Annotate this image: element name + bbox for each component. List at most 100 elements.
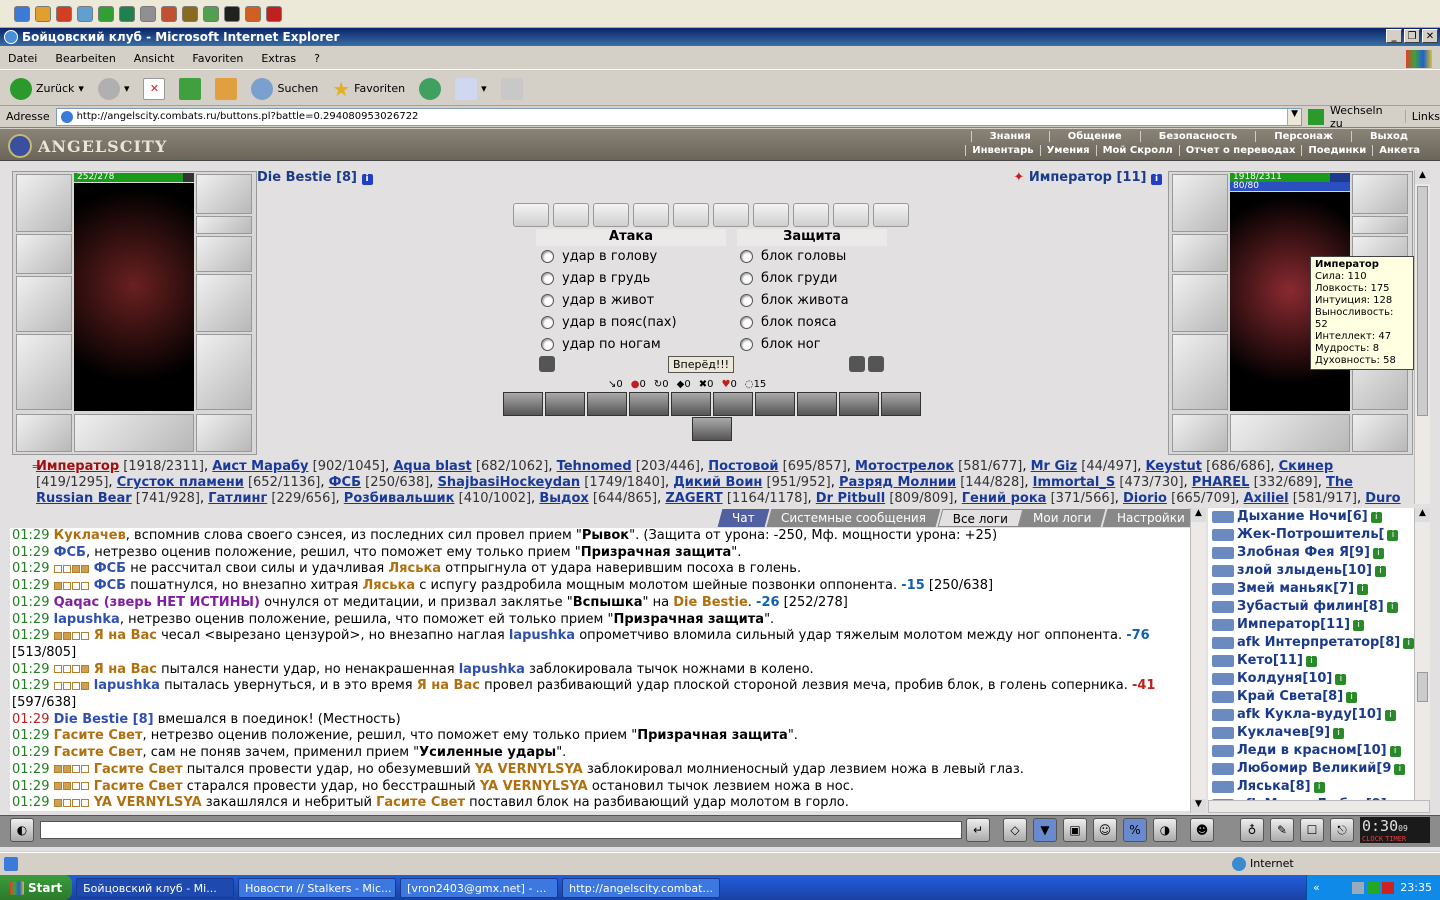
participant[interactable]: Aqua blast [682/1062]	[393, 459, 548, 474]
participant[interactable]: PHAREL [332/689]	[1192, 475, 1318, 490]
participant-name[interactable]: ZAGERT	[665, 491, 722, 505]
online-user[interactable]: Змей маньяк[7] i	[1208, 580, 1416, 598]
participant-name[interactable]: ShajbasiHockeydan	[438, 475, 581, 490]
percent-icon[interactable]: %	[1123, 818, 1147, 842]
task-fightclub[interactable]: Бойцовский клуб - Mi...	[76, 877, 235, 898]
scroll-slot[interactable]	[553, 203, 589, 227]
nav-skills[interactable]: Умения	[1039, 145, 1096, 156]
tray-network-icon[interactable]	[1352, 881, 1365, 894]
info-icon[interactable]: i	[1357, 583, 1369, 595]
log-scrollbar[interactable]: ▲ ▼	[1190, 508, 1206, 813]
participant[interactable]: Гений рока [371/566]	[962, 491, 1115, 505]
menu-favoriten[interactable]: Favoriten	[192, 52, 243, 65]
scroll-thumb[interactable]	[1417, 186, 1428, 416]
block-option[interactable]: блок головы	[740, 249, 846, 264]
history-button[interactable]	[415, 76, 445, 102]
chat-input[interactable]	[40, 821, 962, 839]
cat-icon[interactable]: ◑	[1153, 818, 1177, 842]
participant[interactable]: Immortal_S [473/730]	[1033, 475, 1184, 490]
participant-name[interactable]: Розбивальшик	[344, 491, 455, 505]
private-message-icon[interactable]	[1212, 511, 1234, 523]
private-message-icon[interactable]	[1212, 637, 1234, 649]
info-icon[interactable]: i	[1384, 709, 1396, 721]
icq-icon[interactable]	[119, 5, 135, 22]
block-option[interactable]: блок груди	[740, 271, 837, 286]
participant-name[interactable]: Постовой	[708, 459, 778, 474]
attack-option[interactable]: удар в живот	[541, 293, 654, 308]
online-user[interactable]: Колдуня[10] i	[1208, 670, 1416, 688]
block-option[interactable]: блок живота	[740, 293, 849, 308]
skill-button[interactable]	[545, 392, 585, 416]
online-user-name[interactable]: Зубастый филин[8]	[1237, 598, 1384, 616]
tab-my-logs[interactable]: Мои логи	[1018, 509, 1108, 527]
shield-icon[interactable]	[849, 356, 865, 372]
scroll-slot[interactable]	[673, 203, 709, 227]
info-icon[interactable]: i	[1333, 727, 1345, 739]
mail-button[interactable]: ▾	[451, 76, 491, 102]
armor-slot[interactable]	[1172, 334, 1228, 410]
bracers-slot[interactable]	[16, 234, 72, 274]
info-icon[interactable]: i	[1372, 547, 1384, 559]
online-user[interactable]: Леди в красном[10] i	[1208, 742, 1416, 760]
participant[interactable]: Разряд Молнии [144/828]	[839, 475, 1024, 490]
boots-slot[interactable]	[196, 414, 252, 452]
info-icon[interactable]: i	[361, 174, 373, 185]
earrings-slot[interactable]	[196, 174, 252, 214]
participant[interactable]: Keystut [686/686]	[1145, 459, 1270, 474]
start-button[interactable]: Start	[0, 875, 73, 900]
scroll-slot[interactable]	[793, 203, 829, 227]
go-icon[interactable]	[1308, 108, 1325, 125]
amulet-slot[interactable]	[1352, 216, 1408, 234]
nav-transfer-report[interactable]: Отчет о переводах	[1178, 145, 1302, 156]
participant[interactable]: ShajbasiHockeydan [1749/1840]	[438, 475, 665, 490]
scroll-up-icon[interactable]: ▲	[1191, 508, 1206, 522]
folder-icon[interactable]	[35, 5, 51, 22]
minimize-button[interactable]: _	[1386, 29, 1402, 43]
task-stalkers[interactable]: Новости // Stalkers - Mic...	[238, 877, 397, 898]
exit-icon[interactable]: ⎋	[1330, 818, 1354, 842]
skill-button[interactable]	[503, 392, 543, 416]
nav-security[interactable]: Безопасность	[1139, 131, 1256, 142]
info-icon[interactable]: i	[1346, 691, 1358, 703]
links-button[interactable]: Links	[1404, 110, 1440, 123]
skill-button[interactable]	[629, 392, 669, 416]
participant[interactable]: Diorio [665/709]	[1123, 491, 1235, 505]
left-player-name[interactable]: Die Bestie [8] i	[257, 170, 373, 185]
app-icon[interactable]	[161, 5, 177, 22]
info-icon[interactable]: i	[1387, 529, 1399, 541]
radio-icon[interactable]	[541, 316, 554, 329]
firefox-icon[interactable]	[245, 5, 261, 22]
nav-my-scroll[interactable]: Мой Скролл	[1095, 145, 1179, 156]
participant[interactable]: Император [1918/2311]	[36, 459, 204, 474]
online-user[interactable]: Ляська[8] i	[1208, 778, 1416, 796]
attack-option[interactable]: удар по ногам	[541, 337, 661, 352]
online-scrollbar[interactable]: ▲	[1414, 508, 1430, 800]
bracers-slot[interactable]	[1172, 234, 1228, 272]
attack-option[interactable]: удар в голову	[541, 249, 657, 264]
menu-ansicht[interactable]: Ansicht	[134, 52, 175, 65]
tray-app-icon[interactable]	[1367, 881, 1380, 894]
info-icon[interactable]: i	[1386, 601, 1398, 613]
page-scrollbar[interactable]: ▲	[1414, 170, 1430, 504]
nav-exit[interactable]: Выход	[1350, 131, 1426, 142]
nav-knowledge[interactable]: Знания	[970, 131, 1049, 142]
forward-button[interactable]: ▾	[94, 76, 134, 102]
online-user-name[interactable]: злой злыдень[10]	[1237, 562, 1372, 580]
participant-name[interactable]: Скинер	[1279, 459, 1334, 474]
ie-icon[interactable]	[14, 5, 30, 22]
armor-slot[interactable]	[16, 334, 72, 410]
refresh-button[interactable]	[175, 76, 205, 102]
go-forward-button[interactable]: Вперёд!!!	[668, 356, 734, 373]
tray-expand-icon[interactable]: «	[1307, 881, 1320, 894]
participant[interactable]: Mr Giz [44/497]	[1031, 459, 1138, 474]
radio-icon[interactable]	[541, 294, 554, 307]
save-icon[interactable]: ▣	[1063, 818, 1087, 842]
private-message-icon[interactable]	[1212, 673, 1234, 685]
filter-icon[interactable]: ▼	[1033, 818, 1057, 842]
online-user[interactable]: Любомир Великий[9 i	[1208, 760, 1416, 778]
participant[interactable]: Мотострелок [581/677]	[855, 459, 1022, 474]
info-icon[interactable]: i	[1313, 781, 1325, 793]
skill-button[interactable]	[755, 392, 795, 416]
private-message-icon[interactable]	[1212, 547, 1234, 559]
radio-icon[interactable]	[541, 338, 554, 351]
